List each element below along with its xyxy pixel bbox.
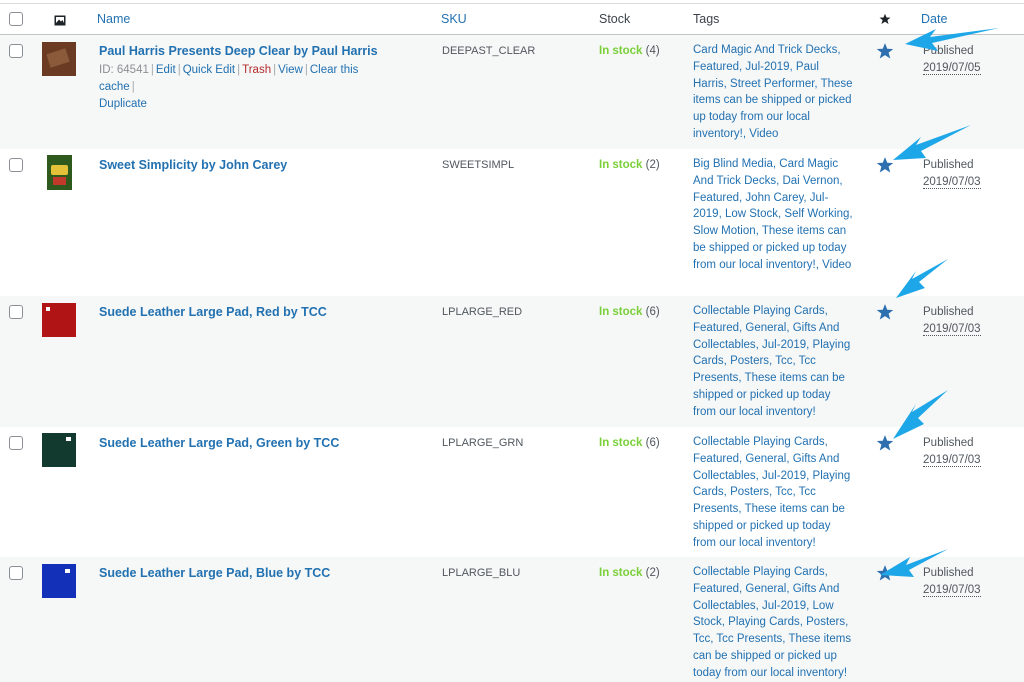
column-tags-label: Tags xyxy=(693,12,720,26)
product-tags[interactable]: Collectable Playing Cards, Featured, Gen… xyxy=(693,564,853,682)
select-all-checkbox[interactable] xyxy=(9,12,23,26)
product-name-link[interactable]: Suede Leather Large Pad, Green by TCC xyxy=(99,436,339,450)
column-date-link[interactable]: Date xyxy=(921,12,947,26)
featured-star-icon[interactable] xyxy=(876,434,894,452)
product-tags[interactable]: Collectable Playing Cards, Featured, Gen… xyxy=(693,303,853,421)
row-checkbox[interactable] xyxy=(9,436,23,450)
table-row: Paul Harris Presents Deep Clear by Paul … xyxy=(0,35,1024,149)
stock-count: (2) xyxy=(645,159,660,171)
column-sku[interactable]: SKU xyxy=(441,12,467,26)
trash-link[interactable]: Trash xyxy=(242,64,271,76)
table-row: Suede Leather Large Pad, Blue by TCC LPL… xyxy=(0,557,1024,682)
product-tags[interactable]: Collectable Playing Cards, Featured, Gen… xyxy=(693,434,853,552)
product-sku: SWEETSIMPL xyxy=(442,159,515,171)
featured-star-icon[interactable] xyxy=(876,564,894,582)
quick-edit-link[interactable]: Quick Edit xyxy=(183,64,235,76)
product-sku: LPLARGE_BLU xyxy=(442,567,521,579)
stock-status: In stock (6) xyxy=(599,306,660,318)
stock-count: (6) xyxy=(645,306,660,318)
column-date[interactable]: Date xyxy=(921,12,947,26)
row-checkbox[interactable] xyxy=(9,305,23,319)
column-stock: Stock xyxy=(599,12,630,26)
product-name-link[interactable]: Sweet Simplicity by John Carey xyxy=(99,158,287,172)
publish-date: Published 2019/07/03 xyxy=(923,565,981,599)
in-stock-label: In stock xyxy=(599,437,643,449)
date-value: 2019/07/03 xyxy=(923,176,981,189)
featured-star-icon[interactable] xyxy=(876,156,894,174)
stock-status: In stock (2) xyxy=(599,567,660,579)
date-value: 2019/07/05 xyxy=(923,62,981,75)
product-thumbnail[interactable] xyxy=(42,303,76,337)
table-row: Suede Leather Large Pad, Red by TCC LPLA… xyxy=(0,296,1024,427)
image-icon xyxy=(54,15,66,26)
table-header: Name SKU Stock Tags Date xyxy=(0,4,1024,35)
in-stock-label: In stock xyxy=(599,567,643,579)
product-sku: LPLARGE_RED xyxy=(442,306,523,318)
column-tags: Tags xyxy=(693,12,719,26)
column-sku-link[interactable]: SKU xyxy=(441,12,467,26)
product-thumbnail[interactable] xyxy=(42,433,76,467)
publish-date: Published 2019/07/05 xyxy=(923,43,981,77)
product-id: 64541 xyxy=(116,64,149,76)
duplicate-link[interactable]: Duplicate xyxy=(99,98,147,110)
publish-status: Published xyxy=(923,567,974,579)
star-icon[interactable] xyxy=(879,13,891,25)
stock-count: (6) xyxy=(645,437,660,449)
edit-link[interactable]: Edit xyxy=(156,64,176,76)
product-name-link[interactable]: Suede Leather Large Pad, Red by TCC xyxy=(99,305,327,319)
featured-star-icon[interactable] xyxy=(876,42,894,60)
stock-status: In stock (2) xyxy=(599,159,660,171)
in-stock-label: In stock xyxy=(599,45,643,57)
publish-status: Published xyxy=(923,45,974,57)
stock-count: (2) xyxy=(645,567,660,579)
stock-count: (4) xyxy=(645,45,660,57)
publish-status: Published xyxy=(923,306,974,318)
product-thumbnail[interactable] xyxy=(47,155,72,190)
view-link[interactable]: View xyxy=(278,64,303,76)
stock-status: In stock (4) xyxy=(599,45,660,57)
column-stock-label: Stock xyxy=(599,12,631,26)
row-checkbox[interactable] xyxy=(9,566,23,580)
featured-star-icon[interactable] xyxy=(876,303,894,321)
table-row: Suede Leather Large Pad, Green by TCC LP… xyxy=(0,427,1024,557)
row-actions: ID: 64541 | Edit | Quick Edit | Trash | View | Cle… xyxy=(99,64,359,110)
product-id-prefix: ID: xyxy=(99,64,117,76)
column-name[interactable]: Name xyxy=(97,12,130,26)
date-value: 2019/07/03 xyxy=(923,454,981,467)
product-thumbnail[interactable] xyxy=(42,564,76,598)
product-sku: DEEPAST_CLEAR xyxy=(442,45,536,57)
publish-status: Published xyxy=(923,437,974,449)
in-stock-label: In stock xyxy=(599,306,643,318)
row-checkbox[interactable] xyxy=(9,158,23,172)
publish-date: Published 2019/07/03 xyxy=(923,304,981,338)
product-sku: LPLARGE_GRN xyxy=(442,437,524,449)
publish-date: Published 2019/07/03 xyxy=(923,157,981,191)
in-stock-label: In stock xyxy=(599,159,643,171)
product-name-link[interactable]: Paul Harris Presents Deep Clear by Paul … xyxy=(99,44,378,58)
date-value: 2019/07/03 xyxy=(923,584,981,597)
column-name-link[interactable]: Name xyxy=(97,12,130,26)
product-tags[interactable]: Card Magic And Trick Decks, Featured, Ju… xyxy=(693,42,853,143)
product-name-link[interactable]: Suede Leather Large Pad, Blue by TCC xyxy=(99,566,330,580)
product-tags[interactable]: Big Blind Media, Card Magic And Trick De… xyxy=(693,156,853,274)
product-thumbnail[interactable] xyxy=(42,42,76,76)
publish-status: Published xyxy=(923,159,974,171)
publish-date: Published 2019/07/03 xyxy=(923,435,981,469)
date-value: 2019/07/03 xyxy=(923,323,981,336)
table-row: Sweet Simplicity by John Carey SWEETSIMP… xyxy=(0,149,1024,296)
row-checkbox[interactable] xyxy=(9,44,23,58)
stock-status: In stock (6) xyxy=(599,437,660,449)
